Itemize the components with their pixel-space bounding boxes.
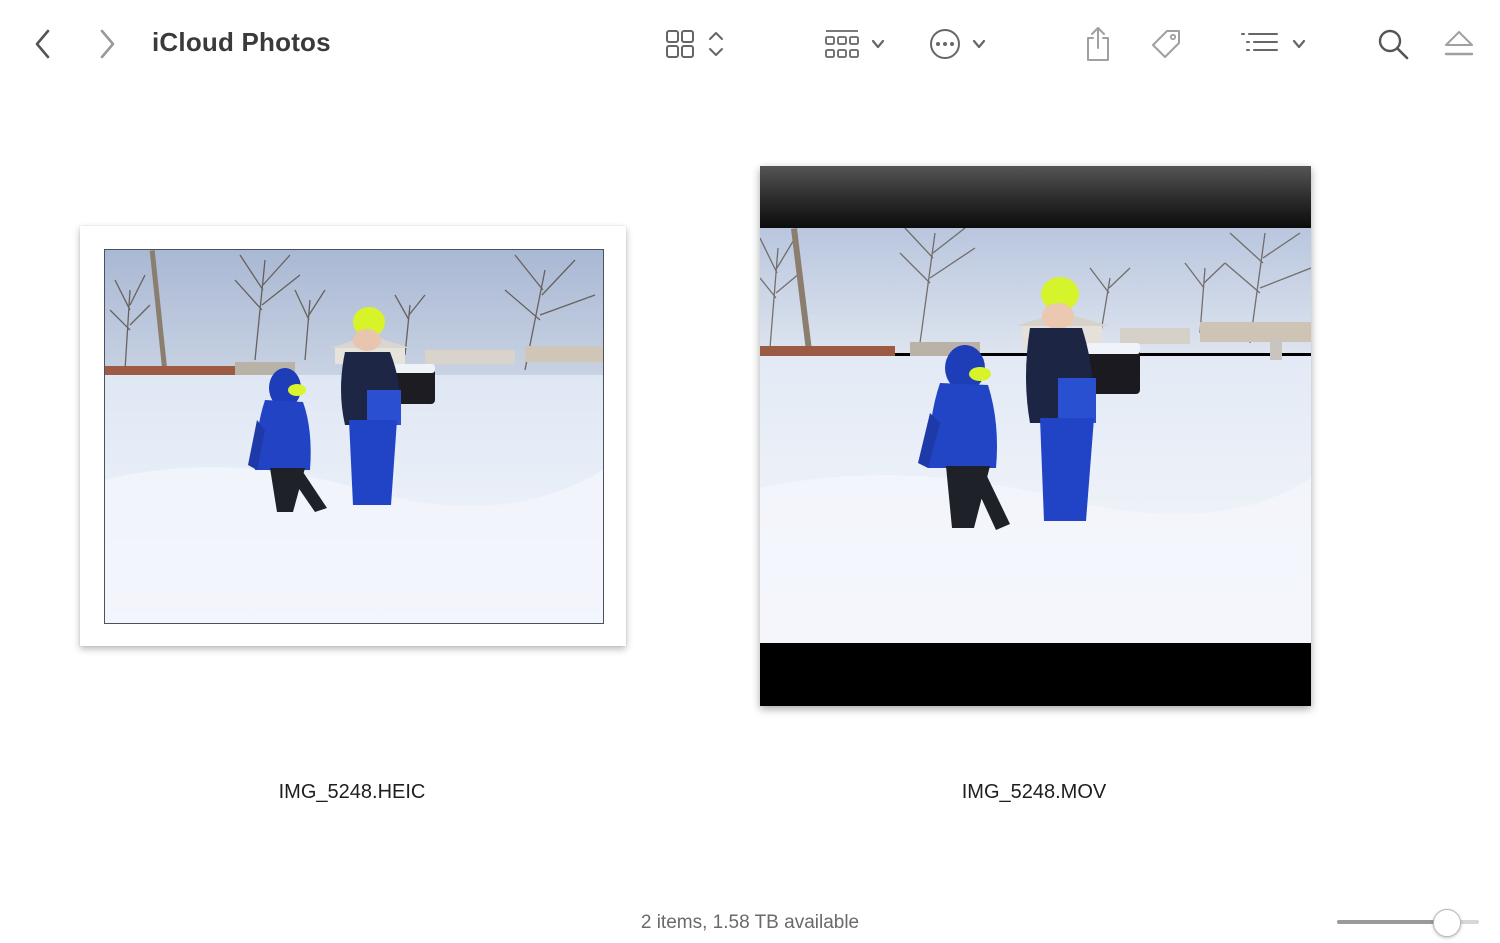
snow-video-frame-image	[760, 228, 1311, 643]
chevron-right-icon	[100, 29, 115, 59]
search-icon	[1378, 29, 1409, 60]
window-title: iCloud Photos	[152, 27, 331, 57]
file-name-label[interactable]: IMG_5248.HEIC	[202, 781, 502, 804]
snow-photo-image	[104, 249, 604, 624]
more-actions-button[interactable]	[926, 26, 996, 62]
toolbar: iCloud Photos	[0, 0, 1500, 88]
video-frame-gloss	[760, 166, 1311, 229]
tag-icon	[1152, 30, 1180, 58]
share-icon	[1087, 27, 1109, 61]
view-mode-button[interactable]	[662, 26, 732, 62]
status-bar-text: 2 items, 1.58 TB available	[640, 912, 860, 933]
search-button[interactable]	[1374, 26, 1412, 62]
back-button[interactable]	[28, 26, 58, 62]
icon-size-slider-knob[interactable]	[1433, 909, 1461, 937]
list-sort-icon	[1241, 33, 1306, 51]
eject-icon	[1444, 31, 1474, 56]
group-by-button[interactable]	[822, 26, 892, 62]
ellipsis-circle-icon	[930, 29, 986, 59]
eject-button[interactable]	[1440, 26, 1478, 62]
file-item-mov-thumbnail[interactable]	[760, 166, 1311, 706]
tag-button[interactable]	[1146, 26, 1186, 62]
file-name-label[interactable]: IMG_5248.MOV	[884, 781, 1184, 804]
forward-button[interactable]	[92, 26, 122, 62]
chevron-left-icon	[35, 29, 50, 59]
icon-grid-view-icon	[666, 30, 723, 58]
share-button[interactable]	[1080, 24, 1116, 64]
sort-button[interactable]	[1238, 26, 1314, 62]
group-by-icon	[825, 30, 885, 58]
icon-size-slider-fill	[1337, 920, 1446, 924]
file-item-heic-thumbnail[interactable]	[80, 226, 626, 646]
